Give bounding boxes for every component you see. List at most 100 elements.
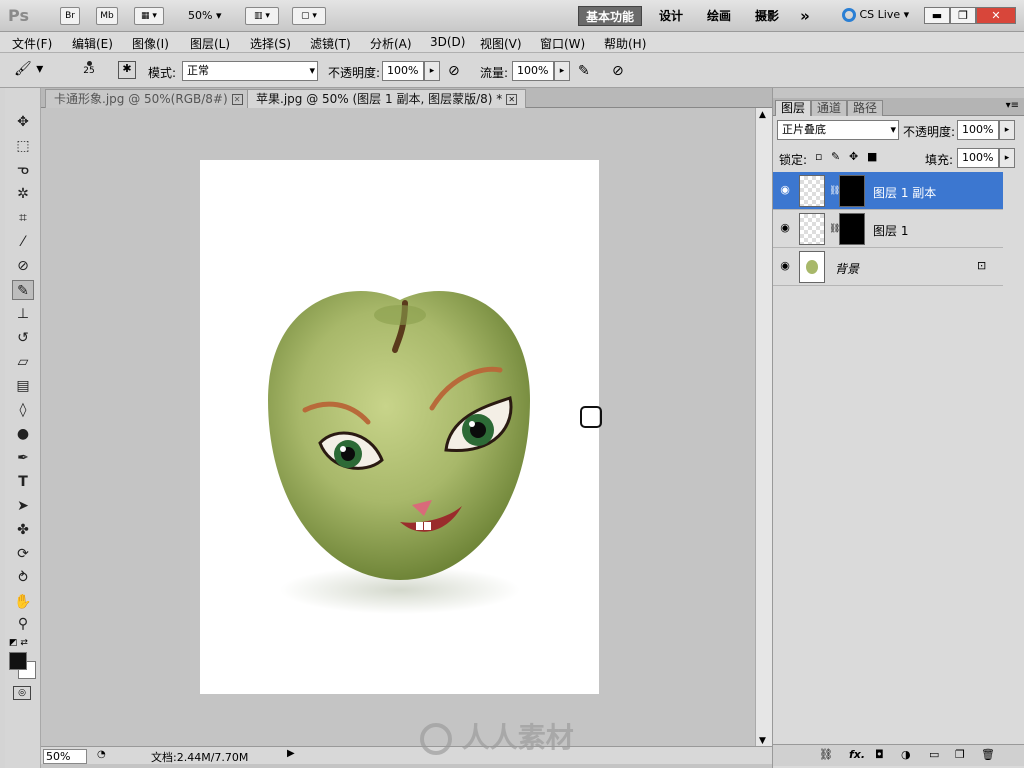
clone-stamp-tool-icon[interactable]: ⊥ <box>12 304 34 324</box>
layer-mask-thumbnail[interactable] <box>839 213 865 245</box>
folder-icon[interactable]: ▭ <box>929 748 939 761</box>
tab-layers[interactable]: 图层 <box>775 100 812 116</box>
zoom-dropdown[interactable]: 50% ▾ <box>188 9 221 22</box>
vertical-scrollbar[interactable]: ▲ ▼ <box>755 108 772 748</box>
new-layer-icon[interactable]: ❐ <box>955 748 965 761</box>
eraser-tool-icon[interactable]: ▱ <box>12 352 34 372</box>
view-extras-button[interactable]: ▦ ▾ <box>134 7 164 25</box>
close-icon[interactable]: ✕ <box>506 94 518 105</box>
tool-preset-picker[interactable]: 🖌 ▾ <box>14 61 54 81</box>
history-brush-tool-icon[interactable]: ↺ <box>12 328 34 348</box>
workspace-photography[interactable]: 摄影 <box>748 6 786 26</box>
default-colors-icon[interactable]: ◩ ⇄ <box>9 638 28 648</box>
menu-view[interactable]: 视图(V) <box>480 35 522 52</box>
panel-menu-icon[interactable]: ▾≡ <box>1006 100 1019 111</box>
opacity-input[interactable]: 100% <box>382 61 424 81</box>
status-menu-arrow-icon[interactable]: ▶ <box>287 748 295 759</box>
restore-button[interactable]: ❐ <box>950 7 976 24</box>
eye-icon[interactable]: ◉ <box>778 259 792 273</box>
lock-all-icon[interactable]: ■ <box>867 150 877 163</box>
fx-icon[interactable]: fx. <box>849 748 865 761</box>
link-icon[interactable]: ⛓ <box>819 748 833 761</box>
layer-row-layer1[interactable]: ◉ ⛓ 图层 1 <box>773 210 1003 248</box>
adjustment-icon[interactable]: ◑ <box>901 748 911 761</box>
fill-slider-toggle[interactable]: ▸ <box>999 148 1015 168</box>
opacity-slider-toggle[interactable]: ▸ <box>424 61 440 81</box>
hand-tool-icon[interactable]: ✋ <box>12 592 34 612</box>
workspace-essentials[interactable]: 基本功能 <box>578 6 642 26</box>
tab-paths[interactable]: 路径 <box>847 100 884 116</box>
mask-icon[interactable]: ◘ <box>875 748 884 761</box>
move-tool-icon[interactable]: ✥ <box>12 112 34 132</box>
close-window-button[interactable]: ✕ <box>976 7 1016 24</box>
layer-row-layer1-copy[interactable]: ◉ ⛓ 图层 1 副本 <box>773 172 1003 210</box>
lock-transparency-icon[interactable]: ▫ <box>815 150 822 163</box>
menu-window[interactable]: 窗口(W) <box>540 35 585 52</box>
blend-mode-select[interactable]: 正片叠底 ▾ <box>777 120 899 140</box>
eye-icon[interactable]: ◉ <box>778 183 792 197</box>
path-selection-tool-icon[interactable]: ➤ <box>12 496 34 516</box>
cs-live-menu[interactable]: CS Live ▾ <box>842 8 909 22</box>
minibridge-button[interactable]: Mb <box>96 7 118 25</box>
shape-tool-icon[interactable]: ✤ <box>12 520 34 540</box>
menu-edit[interactable]: 编辑(E) <box>72 35 113 52</box>
quick-selection-tool-icon[interactable]: ✲ <box>12 184 34 204</box>
minimize-button[interactable]: ▬ <box>924 7 950 24</box>
trash-icon[interactable]: 🗑 <box>981 748 995 761</box>
tab-cartoon-image[interactable]: 卡通形象.jpg @ 50%(RGB/8#) ✕ <box>45 89 252 108</box>
airbrush-icon[interactable]: ✎ <box>578 63 590 79</box>
workspace-painting[interactable]: 绘画 <box>700 6 738 26</box>
layer-row-background[interactable]: ◉ 背景 ⊡ <box>773 248 1003 286</box>
blur-tool-icon[interactable]: ◊ <box>12 400 34 420</box>
gradient-tool-icon[interactable]: ▤ <box>12 376 34 396</box>
layer-opacity-input[interactable]: 100% <box>957 120 999 140</box>
status-zoom-input[interactable]: 50% <box>43 749 87 764</box>
pressure-size-icon[interactable]: ⊘ <box>612 63 624 79</box>
close-icon[interactable]: ✕ <box>231 94 243 105</box>
lasso-tool-icon[interactable]: ᓀ <box>12 160 34 180</box>
status-info-icon[interactable]: ◔ <box>97 749 106 760</box>
brush-tool-icon[interactable]: ✎ <box>12 280 34 300</box>
brush-preset-picker[interactable]: 25 <box>70 57 108 85</box>
eyedropper-tool-icon[interactable]: ⁄ <box>12 232 34 252</box>
menu-image[interactable]: 图像(I) <box>132 35 169 52</box>
more-workspaces-icon[interactable]: » <box>794 6 816 26</box>
brush-panel-toggle-icon[interactable]: ✱ <box>118 61 136 79</box>
3d-orbit-tool-icon[interactable]: ⥁ <box>12 568 34 588</box>
eye-icon[interactable]: ◉ <box>778 221 792 235</box>
zoom-tool-icon[interactable]: ⚲ <box>12 614 34 634</box>
workspace-design[interactable]: 设计 <box>652 6 690 26</box>
layer-mask-thumbnail[interactable] <box>839 175 865 207</box>
bridge-button[interactable]: Br <box>60 7 80 25</box>
pressure-opacity-icon[interactable]: ⊘ <box>448 63 460 79</box>
fill-input[interactable]: 100% <box>957 148 999 168</box>
healing-brush-tool-icon[interactable]: ⊘ <box>12 256 34 276</box>
arrange-documents-button[interactable]: ▥ ▾ <box>245 7 279 25</box>
flow-input[interactable]: 100% <box>512 61 554 81</box>
lock-pixels-icon[interactable]: ✎ <box>831 150 840 163</box>
menu-help[interactable]: 帮助(H) <box>604 35 646 52</box>
tab-apple-image[interactable]: 苹果.jpg @ 50% (图层 1 副本, 图层蒙版/8) * ✕ <box>247 89 527 108</box>
menu-select[interactable]: 选择(S) <box>250 35 291 52</box>
flow-slider-toggle[interactable]: ▸ <box>554 61 570 81</box>
foreground-color-swatch[interactable] <box>9 652 27 670</box>
menu-3d[interactable]: 3D(D) <box>430 35 465 49</box>
menu-analysis[interactable]: 分析(A) <box>370 35 412 52</box>
menu-file[interactable]: 文件(F) <box>12 35 52 52</box>
quick-mask-icon[interactable]: ◎ <box>13 686 31 700</box>
menu-layer[interactable]: 图层(L) <box>190 35 230 52</box>
lock-position-icon[interactable]: ✥ <box>849 150 858 163</box>
tab-channels[interactable]: 通道 <box>811 100 848 116</box>
scroll-down-icon[interactable]: ▼ <box>759 736 766 746</box>
menu-filter[interactable]: 滤镜(T) <box>310 35 351 52</box>
mode-select[interactable]: 正常 ▾ <box>182 61 318 81</box>
3d-rotate-tool-icon[interactable]: ⟳ <box>12 544 34 564</box>
scroll-up-icon[interactable]: ▲ <box>759 110 766 120</box>
dodge-tool-icon[interactable]: ● <box>12 424 34 444</box>
crop-tool-icon[interactable]: ⌗ <box>12 208 34 228</box>
marquee-tool-icon[interactable]: ⬚ <box>12 136 34 156</box>
layer-opacity-slider-toggle[interactable]: ▸ <box>999 120 1015 140</box>
pen-tool-icon[interactable]: ✒ <box>12 448 34 468</box>
screen-mode-button[interactable]: ▢ ▾ <box>292 7 326 25</box>
image-canvas[interactable] <box>200 160 599 694</box>
